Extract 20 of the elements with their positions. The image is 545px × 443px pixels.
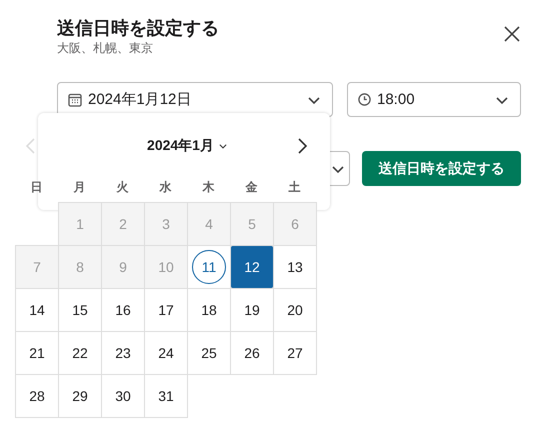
dialog-title: 送信日時を設定する: [57, 17, 219, 40]
close-button[interactable]: [503, 25, 521, 43]
calendar-day[interactable]: 31: [144, 374, 188, 418]
calendar-day[interactable]: 28: [15, 374, 59, 418]
weekday-label: 火: [115, 179, 130, 196]
weekday-label: 水: [158, 179, 172, 196]
weekday-label: 金: [244, 179, 258, 196]
month-selector[interactable]: 2024年1月: [147, 137, 228, 155]
calendar-day[interactable]: 27: [273, 331, 317, 375]
clock-icon: [358, 93, 371, 106]
weekday-label: 日: [30, 179, 44, 196]
calendar-day[interactable]: 13: [273, 245, 317, 289]
calendar-icon: [68, 92, 82, 106]
weekday-label: 土: [288, 179, 302, 196]
weekday-label: 月: [72, 179, 86, 196]
weekday-label: 木: [201, 179, 216, 196]
time-field[interactable]: 18:00: [347, 82, 521, 117]
submit-button[interactable]: 送信日時を設定する: [362, 151, 521, 186]
dialog-subtitle: 大阪、札幌、東京: [57, 40, 154, 56]
calendar-day[interactable]: 12: [230, 245, 274, 289]
